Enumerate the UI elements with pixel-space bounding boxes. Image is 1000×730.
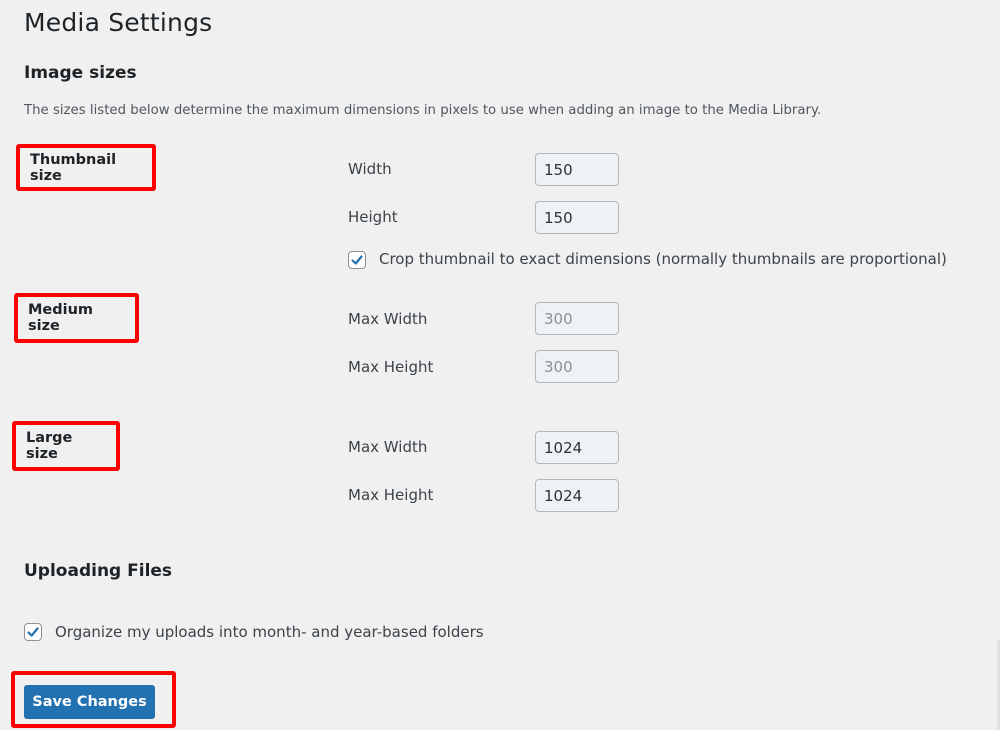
large-max-height-label: Max Height [348, 486, 434, 504]
crop-thumbnail-label[interactable]: Crop thumbnail to exact dimensions (norm… [379, 250, 947, 268]
thumbnail-width-input[interactable] [535, 153, 619, 186]
thumbnail-size-label: Thumbnail size [16, 144, 156, 191]
medium-size-label: Medium size [14, 293, 139, 343]
crop-thumbnail-checkbox[interactable] [348, 251, 366, 269]
medium-max-width-label: Max Width [348, 310, 428, 328]
organize-uploads-label[interactable]: Organize my uploads into month- and year… [55, 623, 484, 641]
thumbnail-height-input[interactable] [535, 201, 619, 234]
uploading-files-heading: Uploading Files [24, 561, 173, 581]
medium-max-height-input[interactable] [535, 350, 619, 383]
thumbnail-size-label-text: Thumbnail size [30, 151, 117, 184]
thumbnail-height-label: Height [348, 208, 398, 226]
medium-max-height-label: Max Height [348, 358, 434, 376]
image-sizes-description: The sizes listed below determine the max… [24, 103, 822, 118]
large-max-width-label: Max Width [348, 438, 428, 456]
checkmark-icon [351, 255, 363, 265]
organize-uploads-checkbox[interactable] [24, 623, 42, 641]
large-max-width-input[interactable] [535, 431, 619, 464]
medium-size-label-text: Medium size [28, 302, 94, 334]
save-changes-button[interactable]: Save Changes [24, 685, 155, 719]
medium-max-width-input[interactable] [535, 302, 619, 335]
image-sizes-heading: Image sizes [24, 63, 137, 83]
large-max-height-input[interactable] [535, 479, 619, 512]
large-size-label-text: Large size [26, 430, 73, 462]
page-title: Media Settings [24, 8, 213, 37]
checkmark-icon [27, 627, 39, 637]
large-size-label: Large size [12, 421, 120, 471]
thumbnail-width-label: Width [348, 160, 392, 178]
